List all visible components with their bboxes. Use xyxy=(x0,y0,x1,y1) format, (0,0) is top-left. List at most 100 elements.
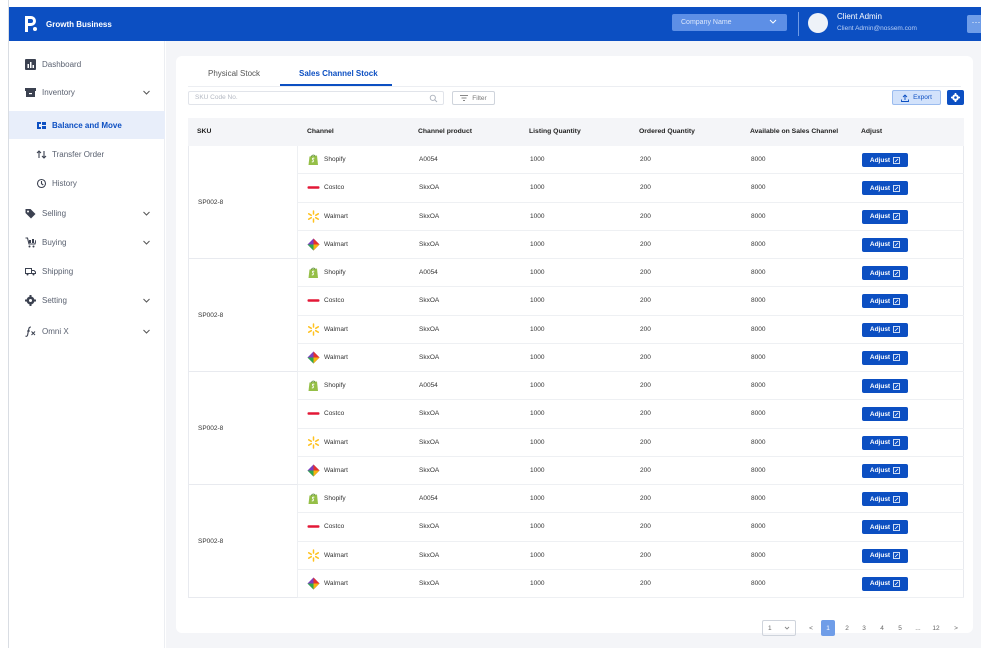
sidebar-item-transfer-order[interactable]: Transfer Order xyxy=(9,143,165,165)
listing-quantity: 1000 xyxy=(530,579,545,587)
edit-icon xyxy=(893,382,901,390)
search-icon[interactable] xyxy=(429,94,438,103)
channel-product: SkxOA xyxy=(419,297,440,305)
sidebar-item-dashboard[interactable]: Dashboard xyxy=(9,53,165,75)
page-button-3[interactable]: 3 xyxy=(857,620,871,636)
walmart-spark-icon xyxy=(307,548,320,562)
available-quantity: 8000 xyxy=(751,579,766,587)
adjust-button[interactable]: Adjust xyxy=(862,435,908,450)
sidebar-item-balance-and-move[interactable]: Balance and Move xyxy=(9,111,165,139)
adjust-button[interactable]: Adjust xyxy=(862,294,908,309)
filter-button[interactable]: Filter xyxy=(452,91,495,105)
user-name: Client Admin xyxy=(837,12,882,21)
table-row: Costco SkxOA 1000 200 8000 Adjust xyxy=(298,287,964,316)
sidebar-item-history[interactable]: History xyxy=(9,172,165,194)
channel-product: SkxOA xyxy=(419,410,440,418)
listing-quantity: 1000 xyxy=(530,297,545,305)
edit-icon xyxy=(893,410,901,418)
channel-product: SkxOA xyxy=(419,438,440,446)
ordered-quantity: 200 xyxy=(640,353,651,361)
walmart-cube-icon xyxy=(307,351,320,364)
adjust-label: Adjust xyxy=(869,354,891,362)
window-left-edge xyxy=(0,0,9,648)
search-input[interactable]: SKU Code No. xyxy=(188,91,444,105)
sidebar-item-selling[interactable]: Selling xyxy=(9,202,165,224)
table-settings-button[interactable] xyxy=(947,90,964,105)
more-menu-button[interactable]: ··· xyxy=(967,15,981,33)
column-header-channel-product: Channel product xyxy=(418,128,472,135)
adjust-button[interactable]: Adjust xyxy=(862,463,908,478)
costco-icon xyxy=(307,520,320,533)
sidebar-item-shipping[interactable]: Shipping xyxy=(9,260,165,282)
adjust-label: Adjust xyxy=(869,269,891,277)
page-button-1[interactable]: 1 xyxy=(821,620,835,636)
walmart-spark-icon xyxy=(307,435,320,449)
adjust-button[interactable]: Adjust xyxy=(862,181,908,196)
sidebar-item-inventory[interactable]: Inventory xyxy=(9,81,165,103)
sidebar-item-buying[interactable]: Buying xyxy=(9,231,165,253)
channel-product: SkxOA xyxy=(419,240,440,248)
channel-product: A0054 xyxy=(419,382,438,389)
adjust-button[interactable]: Adjust xyxy=(862,379,908,393)
next-page-button[interactable]: > xyxy=(949,620,963,636)
table-row: Walmart SkxOA 1000 200 8000 Adjust xyxy=(298,429,964,457)
costco-icon xyxy=(307,407,320,420)
column-header-listing-quantity: Listing Quantity xyxy=(529,128,581,135)
adjust-button[interactable]: Adjust xyxy=(862,407,908,422)
adjust-button[interactable]: Adjust xyxy=(862,153,908,167)
listing-quantity: 1000 xyxy=(530,523,545,531)
page-button-4[interactable]: 4 xyxy=(875,620,889,636)
adjust-button[interactable]: Adjust xyxy=(862,576,908,591)
channel-name: Shopify xyxy=(324,382,346,389)
adjust-button[interactable]: Adjust xyxy=(862,322,908,337)
adjust-button[interactable]: Adjust xyxy=(862,209,908,224)
page-button-12[interactable]: 12 xyxy=(929,620,943,636)
adjust-button[interactable]: Adjust xyxy=(862,266,908,280)
export-button[interactable]: Export xyxy=(892,90,941,105)
adjust-button[interactable]: Adjust xyxy=(862,237,908,252)
column-header-adjust: Adjust xyxy=(861,128,883,135)
adjust-label: Adjust xyxy=(869,326,891,333)
available-quantity: 8000 xyxy=(751,495,766,502)
tab-bar-baseline xyxy=(188,86,961,87)
sidebar-item-setting[interactable]: Setting xyxy=(9,289,165,311)
app-logo[interactable]: Growth Business xyxy=(21,14,112,34)
channel-name: Walmart xyxy=(324,325,348,333)
table-row: Walmart SkxOA 1000 200 8000 Adjust xyxy=(298,542,964,570)
column-header-available: Available on Sales Channel xyxy=(750,128,839,135)
page-button-5[interactable]: 5 xyxy=(893,620,907,636)
adjust-label: Adjust xyxy=(869,467,891,475)
available-quantity: 8000 xyxy=(751,466,766,474)
table-row: Shopify A0054 1000 200 8000 Adjust xyxy=(298,146,964,175)
listing-quantity: 1000 xyxy=(530,212,545,220)
avatar[interactable] xyxy=(808,13,828,33)
edit-icon xyxy=(893,439,901,446)
page-button-2[interactable]: 2 xyxy=(840,620,854,636)
channel-product: SkxOA xyxy=(419,551,440,559)
prev-page-button[interactable]: < xyxy=(804,620,818,636)
adjust-button[interactable]: Adjust xyxy=(862,520,908,535)
table-row: Costco SkxOA 1000 200 8000 Adjust xyxy=(298,174,964,203)
sidebar-item-label: History xyxy=(52,178,77,188)
adjust-button[interactable]: Adjust xyxy=(862,350,908,365)
page-size-select[interactable]: 1 xyxy=(762,620,796,636)
sku-value: SP002-8 xyxy=(198,198,224,206)
available-quantity: 8000 xyxy=(751,353,766,361)
tab-sales-channel-stock[interactable]: Sales Channel Stock xyxy=(299,69,378,78)
channel-product: A0054 xyxy=(419,495,438,502)
sku-cell: SP002-8 xyxy=(189,259,298,372)
sidebar-item-label: Omni X xyxy=(42,326,69,336)
listing-quantity: 1000 xyxy=(530,325,545,333)
table-row: Costco SkxOA 1000 200 8000 Adjust xyxy=(298,513,964,542)
ordered-quantity: 200 xyxy=(640,297,651,305)
adjust-button[interactable]: Adjust xyxy=(862,548,908,563)
edit-icon xyxy=(893,354,901,362)
table-row: Shopify A0054 1000 200 8000 Adjust xyxy=(298,372,964,401)
tab-physical-stock[interactable]: Physical Stock xyxy=(208,69,260,78)
sidebar-item-omni-x[interactable]: Omni X xyxy=(9,320,165,342)
adjust-button[interactable]: Adjust xyxy=(862,492,908,506)
chevron-down-icon xyxy=(143,298,150,303)
available-quantity: 8000 xyxy=(751,184,766,192)
company-select[interactable]: Company Name xyxy=(672,14,787,31)
channel-name: Walmart xyxy=(324,353,348,361)
